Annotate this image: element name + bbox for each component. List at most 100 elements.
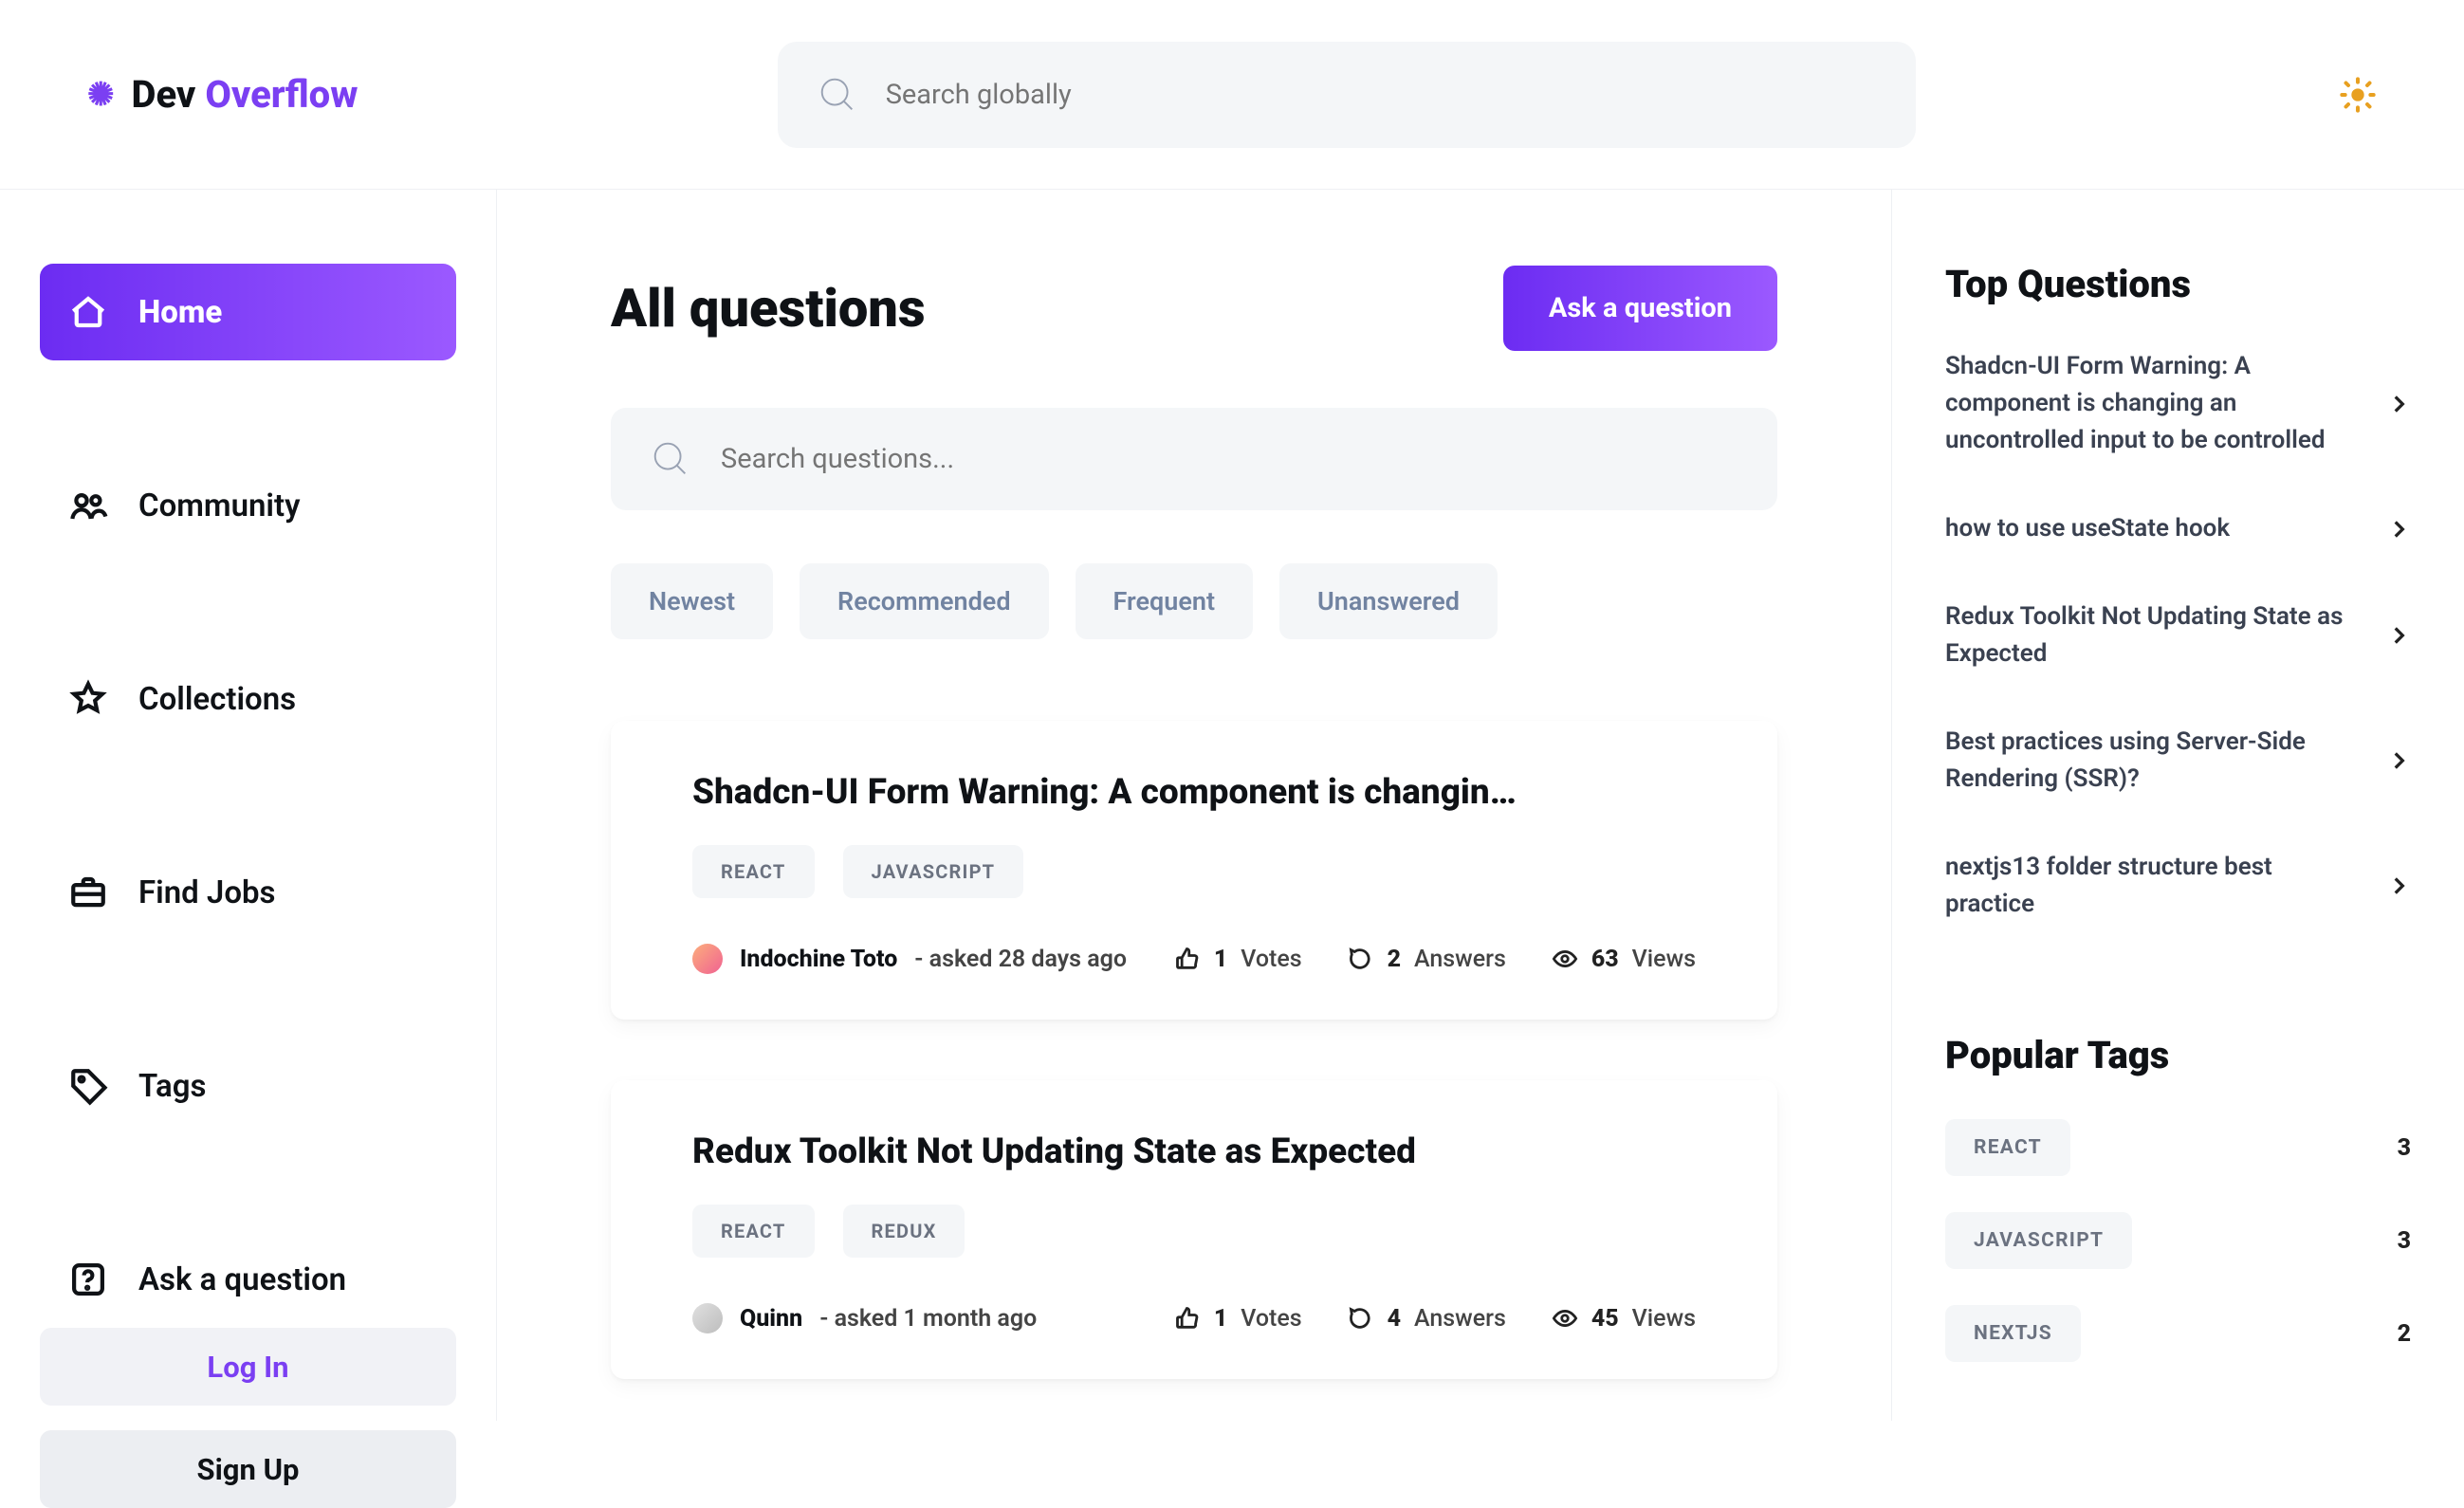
stat-answers: 4 Answers: [1348, 1305, 1506, 1333]
stat-number: 1: [1214, 946, 1227, 973]
author-name[interactable]: Quinn: [740, 1305, 802, 1333]
sidebar-item-label: Collections: [138, 681, 296, 718]
sidebar-nav: Home Community Collections Find Jobs Tag…: [40, 264, 456, 1328]
chevron-right-icon: [2386, 517, 2411, 542]
author-name[interactable]: Indochine Toto: [740, 946, 897, 973]
sidebar-item-tags[interactable]: Tags: [40, 1038, 456, 1134]
chat-icon: [1348, 946, 1374, 972]
page-title: All questions: [611, 277, 926, 340]
sidebar-item-collections[interactable]: Collections: [40, 651, 456, 747]
question-tag[interactable]: REACT: [692, 845, 815, 898]
question-tags: REACT JAVASCRIPT: [692, 845, 1696, 898]
logo-glyph-icon: ✺: [87, 76, 115, 114]
filter-frequent[interactable]: Frequent: [1076, 563, 1254, 639]
brand-accent: Overflow: [205, 72, 358, 117]
question-tag[interactable]: JAVASCRIPT: [843, 845, 1024, 898]
popular-tag-name: NEXTJS: [1945, 1305, 2081, 1362]
filter-newest[interactable]: Newest: [611, 563, 773, 639]
top-questions-list: Shadcn-UI Form Warning: A component is c…: [1945, 348, 2411, 923]
question-footer: Indochine Toto - asked 28 days ago 1 Vot…: [692, 944, 1696, 974]
question-icon: [68, 1260, 108, 1299]
sidebar-item-label: Home: [138, 294, 222, 331]
stat-views: 45 Views: [1552, 1305, 1696, 1333]
stat-answers: 2 Answers: [1348, 946, 1506, 973]
questions-search-input[interactable]: [721, 443, 1739, 475]
question-tags: REACT REDUX: [692, 1205, 1696, 1258]
top-question-text: Shadcn-UI Form Warning: A component is c…: [1945, 348, 2360, 459]
popular-tag-count: 2: [2398, 1320, 2411, 1348]
filter-unanswered[interactable]: Unanswered: [1279, 563, 1498, 639]
popular-tag-name: JAVASCRIPT: [1945, 1212, 2132, 1269]
question-tag[interactable]: REDUX: [843, 1205, 965, 1258]
sidebar-item-ask[interactable]: Ask a question: [40, 1231, 456, 1328]
stat-number: 63: [1591, 946, 1619, 973]
signup-button[interactable]: Sign Up: [40, 1430, 456, 1508]
filter-row: Newest Recommended Frequent Unanswered: [611, 563, 1777, 639]
popular-tags-list: REACT 3 JAVASCRIPT 3 NEXTJS 2: [1945, 1119, 2411, 1362]
sidebar-item-label: Tags: [138, 1068, 206, 1105]
eye-icon: [1552, 1305, 1578, 1332]
right-sidebar: Top Questions Shadcn-UI Form Warning: A …: [1891, 190, 2464, 1421]
top-question-item[interactable]: how to use useState hook: [1945, 510, 2411, 547]
main-content: All questions Ask a question Newest Reco…: [497, 190, 1891, 1421]
top-question-item[interactable]: Redux Toolkit Not Updating State as Expe…: [1945, 598, 2411, 672]
questions-search[interactable]: [611, 408, 1777, 510]
question-stats: 1 Votes 2 Answers 63 Views: [1174, 946, 1696, 973]
top-question-item[interactable]: nextjs13 folder structure best practice: [1945, 849, 2411, 923]
sidebar-item-label: Find Jobs: [138, 874, 276, 911]
top-questions-heading: Top Questions: [1945, 262, 2411, 306]
chevron-right-icon: [2386, 392, 2411, 416]
question-card[interactable]: Redux Toolkit Not Updating State as Expe…: [611, 1080, 1777, 1379]
top-question-item[interactable]: Best practices using Server-Side Renderi…: [1945, 724, 2411, 798]
stat-number: 45: [1591, 1305, 1619, 1333]
main-header: All questions Ask a question: [611, 266, 1777, 351]
popular-tag-item[interactable]: JAVASCRIPT 3: [1945, 1212, 2411, 1269]
question-stats: 1 Votes 4 Answers 45 Views: [1174, 1305, 1696, 1333]
global-search[interactable]: [778, 42, 1916, 148]
star-icon: [68, 679, 108, 719]
stat-votes: 1 Votes: [1174, 1305, 1302, 1333]
popular-tag-name: REACT: [1945, 1119, 2070, 1176]
question-list: Shadcn-UI Form Warning: A component is c…: [611, 721, 1777, 1379]
stat-label: Views: [1632, 1305, 1696, 1333]
brand-prefix: Dev: [132, 72, 196, 117]
stat-number: 1: [1214, 1305, 1227, 1333]
brand-logo[interactable]: ✺ Dev Overflow: [87, 72, 358, 117]
stat-votes: 1 Votes: [1174, 946, 1302, 973]
briefcase-icon: [68, 873, 108, 912]
global-search-input[interactable]: [886, 79, 1878, 111]
header: ✺ Dev Overflow: [0, 0, 2464, 190]
author-avatar[interactable]: [692, 1303, 723, 1333]
top-question-text: how to use useState hook: [1945, 510, 2360, 547]
sidebar-item-home[interactable]: Home: [40, 264, 456, 360]
popular-tags-heading: Popular Tags: [1945, 1033, 2411, 1077]
chevron-right-icon: [2386, 623, 2411, 648]
popular-tag-count: 3: [2398, 1227, 2411, 1255]
search-icon: [816, 73, 859, 117]
popular-tag-count: 3: [2398, 1134, 2411, 1162]
theme-toggle[interactable]: [2335, 72, 2381, 118]
stat-label: Views: [1632, 946, 1696, 973]
ask-question-button[interactable]: Ask a question: [1503, 266, 1777, 351]
login-button[interactable]: Log In: [40, 1328, 456, 1406]
stat-number: 2: [1388, 946, 1401, 973]
asked-time: - asked 28 days ago: [914, 946, 1127, 973]
eye-icon: [1552, 946, 1578, 972]
chat-icon: [1348, 1305, 1374, 1332]
sidebar-item-label: Community: [138, 487, 300, 524]
question-title: Shadcn-UI Form Warning: A component is c…: [692, 772, 1696, 813]
author-avatar[interactable]: [692, 944, 723, 974]
search-icon: [649, 437, 692, 481]
stat-number: 4: [1388, 1305, 1401, 1333]
question-tag[interactable]: REACT: [692, 1205, 815, 1258]
popular-tag-item[interactable]: NEXTJS 2: [1945, 1305, 2411, 1362]
top-question-item[interactable]: Shadcn-UI Form Warning: A component is c…: [1945, 348, 2411, 459]
chevron-right-icon: [2386, 874, 2411, 898]
stat-label: Answers: [1414, 946, 1506, 973]
filter-recommended[interactable]: Recommended: [800, 563, 1049, 639]
popular-tag-item[interactable]: REACT 3: [1945, 1119, 2411, 1176]
sidebar-item-jobs[interactable]: Find Jobs: [40, 844, 456, 941]
question-card[interactable]: Shadcn-UI Form Warning: A component is c…: [611, 721, 1777, 1020]
sidebar-item-community[interactable]: Community: [40, 457, 456, 554]
top-question-text: Redux Toolkit Not Updating State as Expe…: [1945, 598, 2360, 672]
